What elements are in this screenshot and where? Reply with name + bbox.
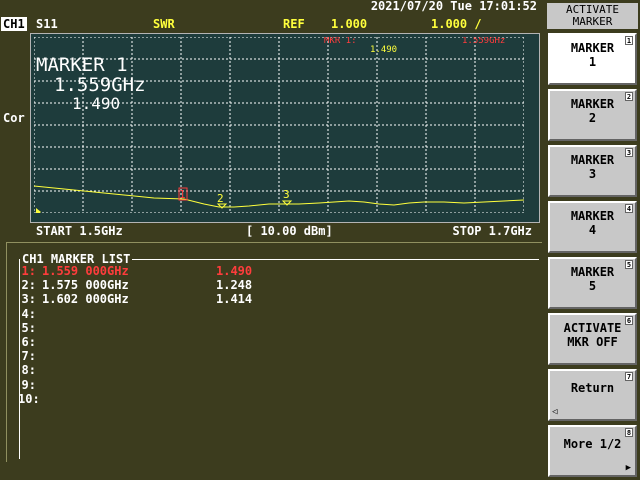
marker-row-value: 1.248 [216,278,253,293]
softkey-label-line2: 4 [588,223,597,237]
softkey-title-line2: MARKER [572,15,613,28]
marker-list-row[interactable]: 2: 1.575 000GHz 1.248 [18,279,318,292]
measurement-label: S11 [36,17,58,31]
format-label: SWR [153,17,175,31]
active-marker-freq: 1.559GHz [54,74,146,96]
softkey-number: 6 [625,316,633,325]
bottom-strip [0,462,545,480]
marker-row-number: 3: [21,292,36,307]
marker-list-row[interactable]: 8: [18,364,318,377]
marker-row-number: 7: [21,349,36,364]
scale-value: 1.000 / [431,17,482,31]
softkey-label-line1: MARKER [570,265,615,279]
marker-3-label: 3 [283,188,290,201]
softkey-3[interactable]: MARKER 3 3 [548,145,637,197]
softkey-label: MARKER 5 [550,265,635,293]
softkey-label: MARKER 4 [550,209,635,237]
sweep-status-bar: START 1.5GHz [ 10.00 dBm] STOP 1.7GHz [30,224,540,238]
marker-list-row[interactable]: 7: [18,350,318,363]
softkey-label-line1: Return [570,381,615,395]
softkey-1[interactable]: MARKER 1 1 [548,33,637,85]
softkey-label: More 1/2 [550,437,635,451]
marker-1-label: 1 [179,188,186,201]
marker-list-row[interactable]: 9: [18,377,318,392]
marker-list-row[interactable]: 10: [18,391,318,406]
marker-list-row[interactable]: 4: [18,306,318,321]
softkey-label: Return [550,381,635,395]
softkey-label-line2: 5 [588,279,597,293]
softkey-label-line1: MARKER [570,209,615,223]
marker-row-number: 6: [21,335,36,349]
softkey-label-line2: 1 [588,55,597,69]
softkey-label: MARKER 3 [550,153,635,181]
more-arrow-icon: ▶ [625,463,631,473]
softkey-label-line2: 2 [588,111,597,125]
softkey-5[interactable]: MARKER 5 5 [548,257,637,309]
marker-row-number: 2: [21,278,36,293]
channel-info-bar: CH1 S11 SWR REF 1.000 1.000 / [0,16,545,32]
softkey-8[interactable]: More 1/2 8 ▶ [548,425,637,477]
top-bar: 2021/07/20 Tue 17:01:52 [0,0,545,14]
marker-row-value: 1.414 [216,292,253,307]
mkr-freq: 1.559GHz [462,37,505,46]
softkey-number: 8 [625,428,633,437]
softkey-number: 7 [625,372,633,381]
softkey-label-line1: MARKER [570,153,615,167]
softkey-number: 2 [625,92,633,101]
marker-list-row[interactable]: 1: 1.559 000GHz 1.490 [18,265,318,278]
marker-row-number: 5: [21,320,36,335]
trace-graticule: 1 2 3 MARKER 1 1.559GHz 1.490 MKR 1: 1.4… [34,37,524,213]
marker-row-number: 10: [18,391,40,406]
softkey-2[interactable]: MARKER 2 2 [548,89,637,141]
marker-row-frequency: 1.602 000GHz [42,292,129,307]
softkey-menu-title: ACTIVATE MARKER [547,3,638,29]
softkey-label-line2: 3 [588,167,597,181]
softkey-label: MARKER 1 [550,41,635,69]
marker-row-number: 8: [21,363,36,378]
softkey-label-line1: MARKER [570,97,615,111]
marker-list-row[interactable]: 3: 1.602 000GHz 1.414 [18,293,318,306]
softkey-label-line1: MARKER [570,41,615,55]
marker-row-frequency: 1.575 000GHz [42,278,129,293]
softkey-number: 1 [625,36,633,45]
softkey-label-line1: ACTIVATE [563,321,622,335]
marker-row-number: 9: [21,377,36,392]
softkey-label: ACTIVATE MKR OFF [550,321,635,349]
ref-label: REF [283,17,305,31]
marker-row-frequency: 1.559 000GHz [42,264,129,278]
active-marker-title: MARKER 1 [36,54,128,76]
mkr-label: MKR 1: [324,37,357,46]
marker-row-number: 1: [21,264,36,278]
softkey-label-line1: More 1/2 [563,437,622,451]
correction-indicator: Cor [3,111,25,125]
marker-row-number: 4: [21,306,36,321]
marker-3[interactable]: 3 [281,188,293,206]
ref-value: 1.000 [331,17,368,31]
datetime: 2021/07/20 Tue 17:01:52 [370,0,537,13]
softkey-7[interactable]: Return 7 ◁ [548,369,637,421]
softkey-number: 3 [625,148,633,157]
power-level: [ 10.00 dBm] [246,224,333,238]
mkr-value: 1.490 [370,45,397,55]
start-frequency: START 1.5GHz [36,224,123,238]
stop-frequency: STOP 1.7GHz [452,224,532,238]
softkey-label: MARKER 2 [550,97,635,125]
softkey-4[interactable]: MARKER 4 4 [548,201,637,253]
marker-row-value: 1.490 [216,264,253,278]
marker-list-row[interactable]: 5: [18,320,318,335]
marker-list-row[interactable]: 6: [18,336,318,349]
channel-label[interactable]: CH1 [1,17,27,31]
marker-2-label: 2 [217,192,224,205]
softkey-label-line2: MKR OFF [567,335,618,349]
return-arrow-icon: ◁ [552,407,558,417]
active-marker-value: 1.490 [72,94,120,113]
marker-2[interactable]: 2 [216,192,228,209]
softkey-number: 5 [625,260,633,269]
reference-pointer [36,208,41,213]
softkey-number: 4 [625,204,633,213]
softkey-6[interactable]: ACTIVATE MKR OFF 6 [548,313,637,365]
